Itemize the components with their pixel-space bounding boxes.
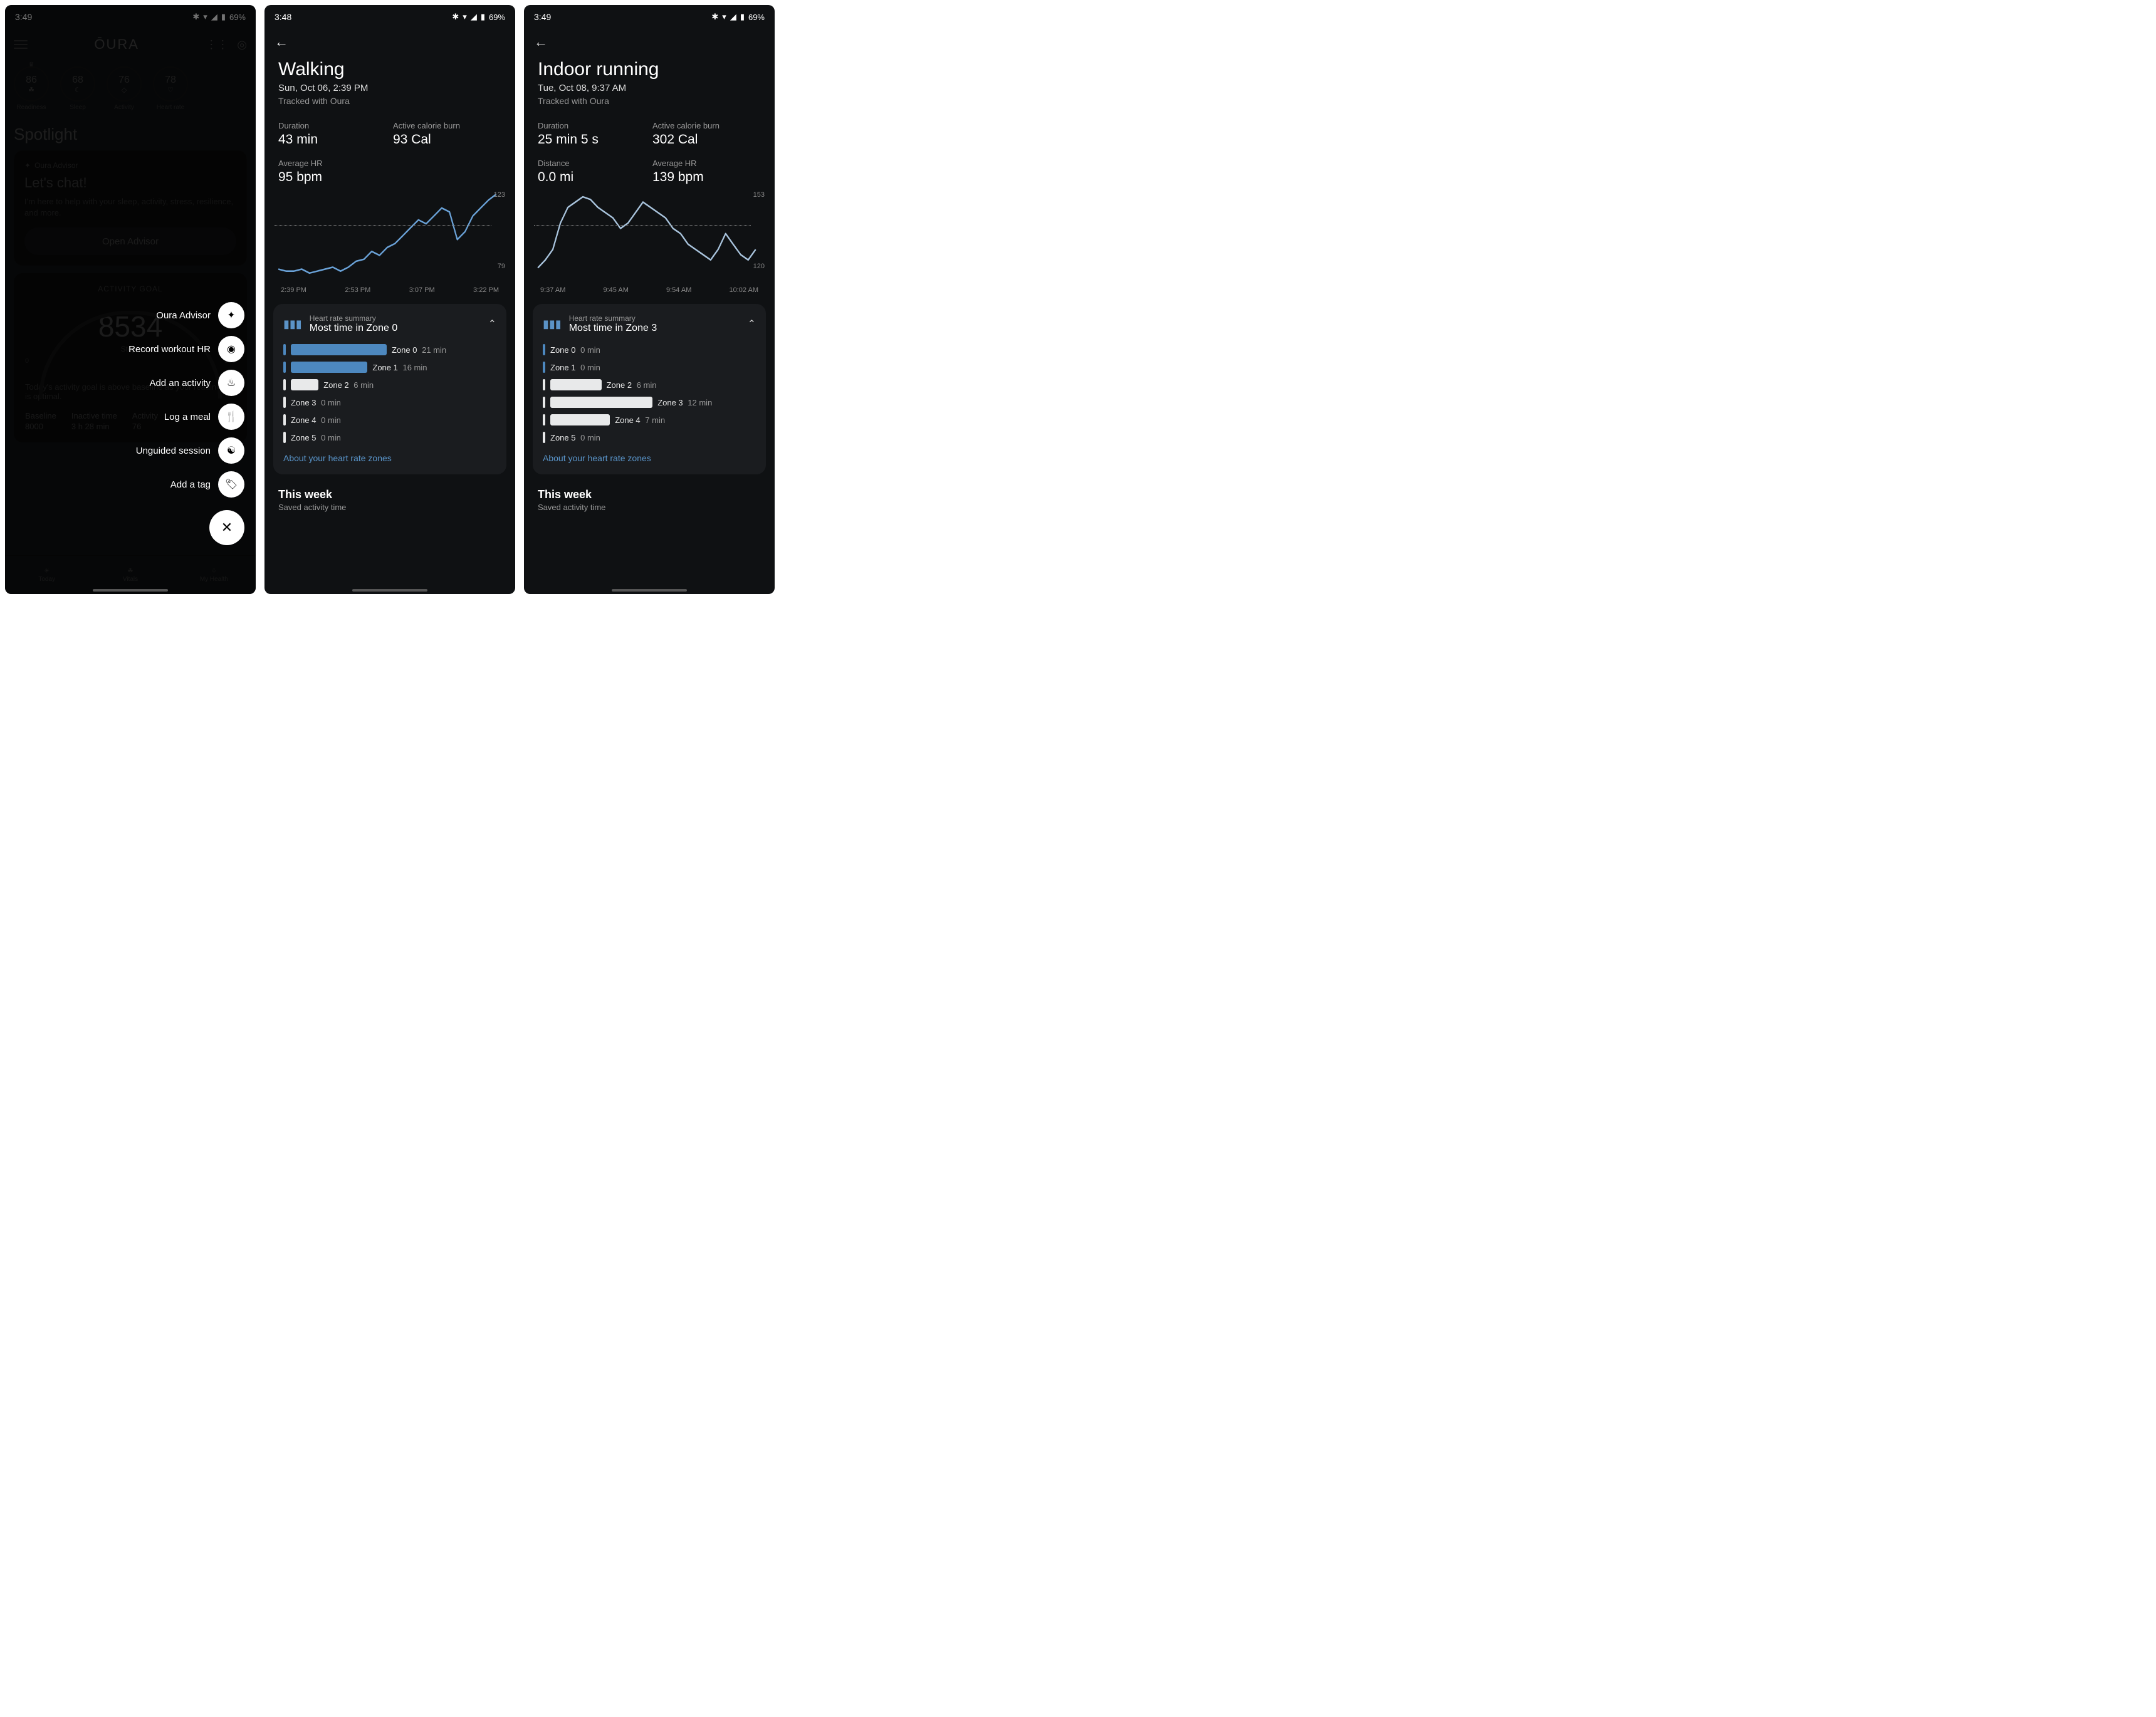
- zone-row: Zone 3 12 min: [543, 397, 756, 408]
- this-week: This week Saved activity time: [524, 474, 775, 512]
- sparkle-icon[interactable]: ✦: [218, 302, 244, 328]
- wifi-icon: ▾: [463, 12, 467, 22]
- zone-row: Zone 1 0 min: [543, 362, 756, 373]
- record-icon[interactable]: ◉: [218, 336, 244, 362]
- metric-value: 302 Cal: [652, 132, 761, 147]
- battery-icon: ▮: [481, 12, 485, 22]
- fab-add-an-activity[interactable]: Add an activity ♨: [149, 370, 244, 396]
- bars-icon: ▮▮▮: [283, 318, 302, 331]
- close-icon: ✕: [221, 519, 233, 536]
- bluetooth-icon: ✱: [711, 12, 718, 22]
- flame-icon[interactable]: ♨: [218, 370, 244, 396]
- tracked-with: Tracked with Oura: [538, 96, 761, 106]
- activity-title: Indoor running: [538, 59, 761, 80]
- zone-row: Zone 4 0 min: [283, 414, 496, 425]
- zone-bar: [550, 397, 652, 408]
- metric-value: 139 bpm: [652, 170, 761, 185]
- zone-bar: [291, 362, 367, 373]
- clock: 3:49: [534, 12, 551, 22]
- metric-value: 43 min: [278, 132, 387, 147]
- zone-bar: [550, 414, 610, 425]
- statusbar: 3:49 ✱▾◢▮69%: [524, 5, 775, 29]
- hr-summary-card[interactable]: ▮▮▮ Heart rate summary Most time in Zone…: [273, 304, 506, 474]
- metric-value: 0.0 mi: [538, 170, 646, 185]
- home-indicator: [93, 589, 168, 592]
- status-icons: ✱▾◢▮69%: [711, 12, 765, 22]
- zone-row: Zone 2 6 min: [543, 379, 756, 390]
- zone-bar: [291, 344, 387, 355]
- hr-summary-sub: Heart rate summary: [569, 314, 657, 323]
- fab-record-workout-hr[interactable]: Record workout HR ◉: [128, 336, 244, 362]
- metric-value: 25 min 5 s: [538, 132, 646, 147]
- tracked-with: Tracked with Oura: [278, 96, 501, 106]
- fab-unguided-session[interactable]: Unguided session ☯: [136, 437, 244, 464]
- activity-date: Tue, Oct 08, 9:37 AM: [538, 83, 761, 93]
- bluetooth-icon: ✱: [452, 12, 459, 22]
- chevron-up-icon[interactable]: ⌃: [488, 318, 496, 330]
- clock: 3:48: [275, 12, 291, 22]
- this-week: This week Saved activity time: [264, 474, 515, 512]
- hr-summary-main: Most time in Zone 0: [310, 323, 398, 334]
- metric-label: Average HR: [652, 159, 761, 168]
- metric-label: Duration: [538, 121, 646, 130]
- signal-icon: ◢: [730, 12, 736, 22]
- statusbar: 3:48 ✱▾◢▮69%: [264, 5, 515, 29]
- home-indicator: [612, 589, 687, 592]
- back-button[interactable]: ←: [264, 29, 515, 53]
- phone-walking: 3:48 ✱▾◢▮69% ← Walking Sun, Oct 06, 2:39…: [264, 5, 515, 594]
- zone-bar: [291, 379, 318, 390]
- wifi-icon: ▾: [722, 12, 726, 22]
- zone-row: Zone 0 21 min: [283, 344, 496, 355]
- zone-row: Zone 4 7 min: [543, 414, 756, 425]
- metric-label: Duration: [278, 121, 387, 130]
- metric-value: 93 Cal: [393, 132, 501, 147]
- zone-bar: [550, 379, 602, 390]
- activity-date: Sun, Oct 06, 2:39 PM: [278, 83, 501, 93]
- metric-label: Average HR: [278, 159, 387, 168]
- zone-row: Zone 0 0 min: [543, 344, 756, 355]
- metric-label: Active calorie burn: [652, 121, 761, 130]
- fab-oura-advisor[interactable]: Oura Advisor ✦: [156, 302, 244, 328]
- zone-row: Zone 5 0 min: [283, 432, 496, 443]
- activity-title: Walking: [278, 59, 501, 80]
- zone-row: Zone 5 0 min: [543, 432, 756, 443]
- home-indicator: [352, 589, 427, 592]
- hr-summary-main: Most time in Zone 3: [569, 323, 657, 334]
- fab-log-a-meal[interactable]: Log a meal 🍴: [164, 404, 244, 430]
- metric-label: Distance: [538, 159, 646, 168]
- zone-row: Zone 1 16 min: [283, 362, 496, 373]
- fab-close-button[interactable]: ✕: [209, 510, 244, 545]
- phone-indoor-running: 3:49 ✱▾◢▮69% ← Indoor running Tue, Oct 0…: [524, 5, 775, 594]
- status-icons: ✱▾◢▮69%: [452, 12, 505, 22]
- back-button[interactable]: ←: [524, 29, 775, 53]
- chevron-up-icon[interactable]: ⌃: [748, 318, 756, 330]
- fab-add-a-tag[interactable]: Add a tag 🏷: [170, 471, 244, 498]
- hr-summary-sub: Heart rate summary: [310, 314, 398, 323]
- zone-row: Zone 3 0 min: [283, 397, 496, 408]
- phone-home: 3:49 ✱ ▾ ◢ ▮ 69% ŌURA ⋮⋮ ◎ ♛86☘: [5, 5, 256, 594]
- signal-icon: ◢: [471, 12, 477, 22]
- about-zones-link[interactable]: About your heart rate zones: [543, 453, 756, 463]
- metric-label: Active calorie burn: [393, 121, 501, 130]
- hr-chart: 123 79: [275, 190, 505, 284]
- battery-icon: ▮: [740, 12, 745, 22]
- hr-chart: 153 120: [534, 190, 765, 284]
- utensils-icon[interactable]: 🍴: [218, 404, 244, 430]
- meditate-icon[interactable]: ☯: [218, 437, 244, 464]
- bars-icon: ▮▮▮: [543, 318, 562, 331]
- hr-summary-card[interactable]: ▮▮▮ Heart rate summary Most time in Zone…: [533, 304, 766, 474]
- fab-overlay[interactable]: Oura Advisor ✦ Record workout HR ◉ Add an …: [5, 5, 256, 594]
- metric-value: 95 bpm: [278, 170, 387, 185]
- zone-row: Zone 2 6 min: [283, 379, 496, 390]
- tag-icon[interactable]: 🏷: [218, 471, 244, 498]
- about-zones-link[interactable]: About your heart rate zones: [283, 453, 496, 463]
